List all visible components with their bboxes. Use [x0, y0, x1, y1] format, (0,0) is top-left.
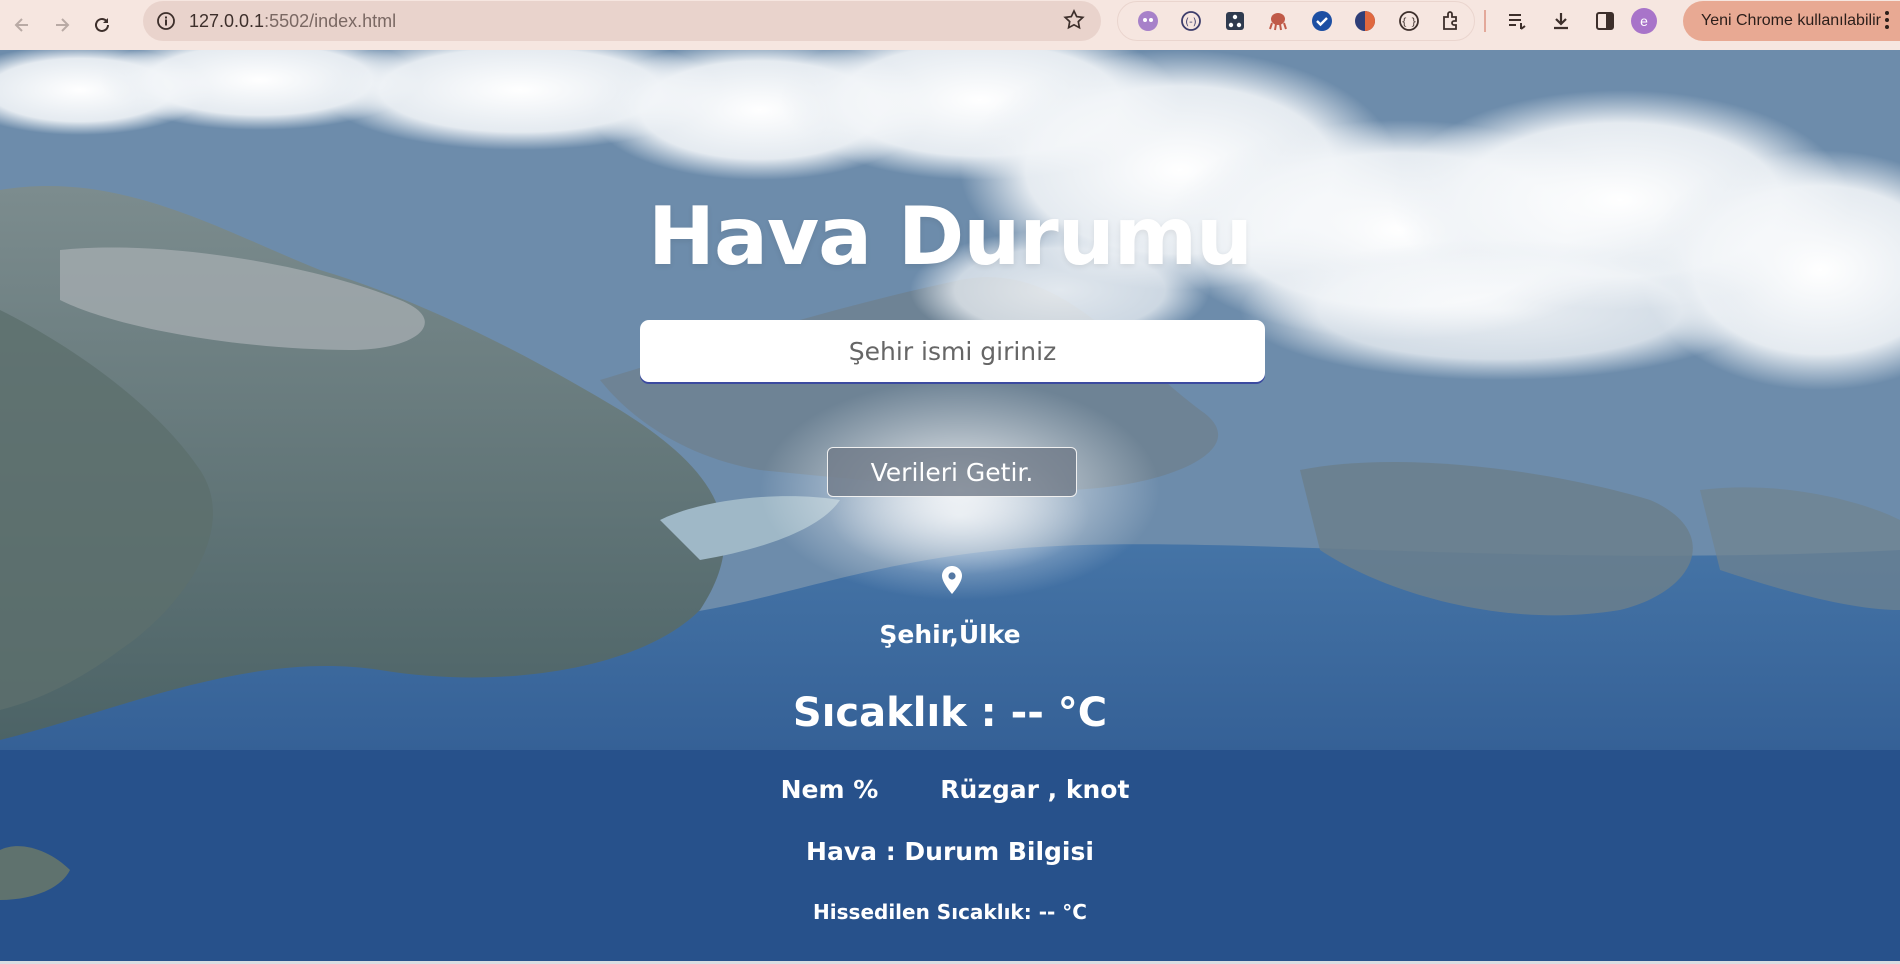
fetch-data-button[interactable]: Verileri Getir. — [827, 447, 1077, 497]
extension-icon-7[interactable]: { } — [1387, 1, 1431, 41]
city-search-input[interactable] — [640, 320, 1265, 382]
site-info-icon[interactable] — [153, 8, 179, 34]
url-host: 127.0.0.1 — [189, 10, 265, 31]
browser-right-tools: e — [1495, 1, 1657, 41]
toolbar-divider — [1484, 10, 1486, 32]
arrow-right-icon — [56, 18, 70, 32]
extensions-group: (-) { } — [1117, 1, 1475, 41]
side-panel-icon[interactable] — [1583, 1, 1627, 41]
arrow-left-icon — [14, 18, 28, 32]
extension-icon-5[interactable] — [1300, 1, 1344, 41]
condition-label: Hava : Durum Bilgisi — [806, 837, 1094, 866]
extension-icon-2[interactable]: (-) — [1170, 1, 1214, 41]
feels-like-label: Hissedilen Sıcaklık: -- °C — [813, 900, 1087, 924]
extension-icon-3[interactable] — [1213, 1, 1257, 41]
location-pin-icon — [942, 566, 962, 594]
browser-toolbar: 127.0.0.1:5502/index.html (-) { } e Yeni… — [0, 0, 1900, 50]
humidity-wind-row: Nem % Rüzgar , knot — [0, 775, 1900, 804]
address-bar[interactable]: 127.0.0.1:5502/index.html — [143, 1, 1101, 41]
page-title: Hava Durumu — [648, 190, 1253, 283]
chrome-update-button[interactable]: Yeni Chrome kullanılabilir — [1683, 1, 1900, 41]
bookmark-star-icon[interactable] — [1063, 9, 1085, 35]
more-menu-icon[interactable] — [1884, 9, 1890, 36]
extension-icon-1[interactable] — [1126, 1, 1170, 41]
back-button[interactable] — [2, 5, 42, 45]
reading-list-icon[interactable] — [1495, 1, 1539, 41]
page-viewport: Hava Durumu Verileri Getir. Şehir,Ülke S… — [0, 50, 1900, 964]
download-icon[interactable] — [1539, 1, 1583, 41]
chrome-update-label: Yeni Chrome kullanılabilir — [1701, 12, 1881, 29]
temperature-label: Sıcaklık : -- °C — [792, 690, 1108, 736]
url-text: 127.0.0.1:5502/index.html — [189, 11, 396, 32]
svg-text:{ }: { } — [1401, 17, 1417, 28]
humidity-label: Nem % — [780, 775, 879, 804]
wind-label: Rüzgar , knot — [940, 775, 1130, 804]
location-label: Şehir,Ülke — [879, 620, 1021, 649]
extensions-puzzle-icon[interactable] — [1431, 1, 1475, 41]
url-path: :5502/index.html — [264, 10, 397, 31]
reload-button[interactable] — [82, 5, 122, 45]
svg-text:(-): (-) — [1186, 17, 1198, 28]
forward-button[interactable] — [42, 5, 82, 45]
extension-icon-6[interactable] — [1344, 1, 1388, 41]
extension-icon-4[interactable] — [1257, 1, 1301, 41]
weather-app: Hava Durumu Verileri Getir. Şehir,Ülke S… — [0, 50, 1900, 964]
reload-icon — [95, 17, 109, 32]
profile-avatar[interactable]: e — [1631, 8, 1657, 34]
